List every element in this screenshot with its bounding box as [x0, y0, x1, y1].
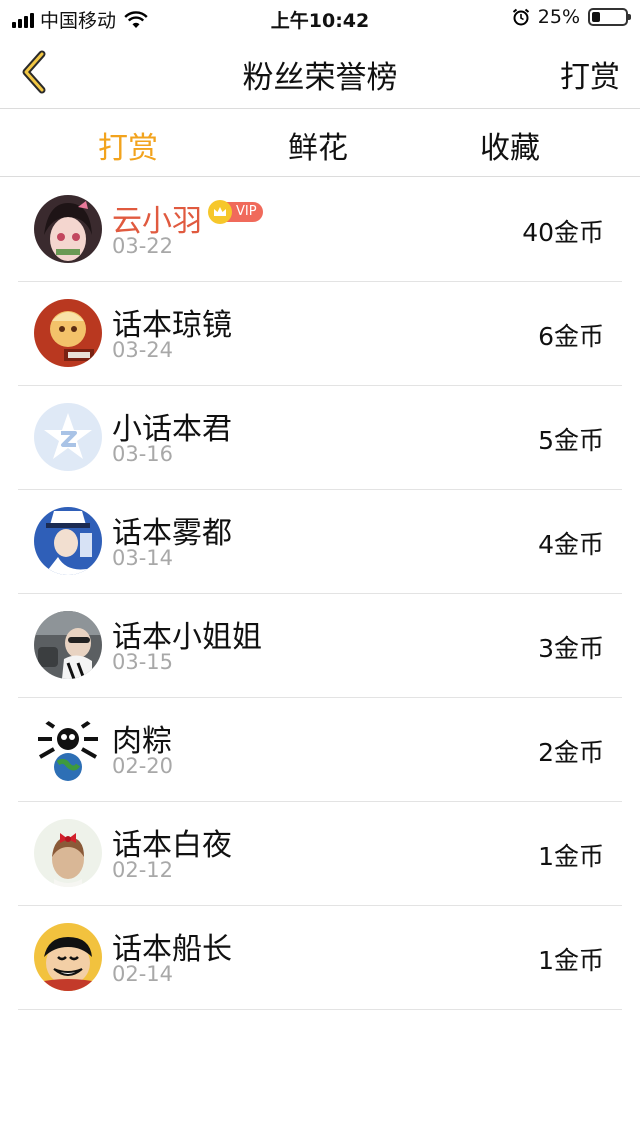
status-right: 25%	[512, 6, 631, 28]
list-item[interactable]: 话本琼镜 03-24 6金币	[0, 282, 640, 386]
photo-avatar[interactable]	[34, 611, 102, 679]
star-logo-avatar[interactable]	[34, 403, 102, 471]
fan-date: 02-14	[112, 962, 174, 986]
fan-amount: 5金币	[538, 426, 604, 455]
fan-date: 03-15	[112, 650, 174, 674]
status-bar: 中国移动 上午10:42 25%	[0, 0, 640, 36]
fan-date: 02-12	[112, 858, 174, 882]
tab-reward[interactable]: 打赏	[68, 123, 188, 167]
vip-badge: VIP	[208, 200, 263, 224]
anime-girl-avatar[interactable]	[34, 195, 102, 263]
list-item[interactable]: 话本白夜 02-12 1金币	[0, 802, 640, 906]
fan-amount: 4金币	[538, 530, 604, 559]
crown-icon	[208, 200, 232, 224]
fan-amount: 1金币	[538, 946, 604, 975]
tab-flowers[interactable]: 鲜花	[258, 123, 378, 167]
list-item[interactable]: 肉粽 02-20 2金币	[0, 698, 640, 802]
fan-amount: 40金币	[522, 218, 604, 247]
tab-divider	[0, 176, 640, 177]
tab-favorites[interactable]: 收藏	[450, 123, 570, 167]
battery-level	[592, 12, 600, 22]
fan-amount: 2金币	[538, 738, 604, 767]
fan-ranking-list: 云小羽 VIP 03-22 40金币 话本琼镜 03-24 6金币 小话本君 0…	[0, 178, 640, 1010]
page-title: 粉丝荣誉榜	[242, 60, 398, 96]
row-divider	[18, 1009, 622, 1010]
nav-bar: 粉丝荣誉榜 打赏	[0, 36, 640, 108]
list-item[interactable]: 话本船长 02-14 1金币	[0, 906, 640, 1010]
list-item[interactable]: 小话本君 03-16 5金币	[0, 386, 640, 490]
fan-amount: 6金币	[538, 322, 604, 351]
globe-skull-avatar[interactable]	[34, 715, 102, 783]
list-item[interactable]: 话本小姐姐 03-15 3金币	[0, 594, 640, 698]
fan-amount: 3金币	[538, 634, 604, 663]
girl-bow-avatar[interactable]	[34, 819, 102, 887]
fan-date: 03-22	[112, 234, 174, 258]
fan-amount: 1金币	[538, 842, 604, 871]
nav-divider	[0, 108, 640, 109]
list-item[interactable]: 云小羽 VIP 03-22 40金币	[0, 178, 640, 282]
fan-date: 03-16	[112, 442, 174, 466]
alarm-icon	[512, 8, 529, 26]
reward-button[interactable]: 打赏	[560, 52, 620, 96]
cartoon-avatar[interactable]	[34, 299, 102, 367]
anime-character-avatar[interactable]	[34, 507, 102, 575]
battery-percent: 25%	[537, 6, 580, 28]
tab-bar: 打赏 鲜花 收藏	[0, 110, 640, 176]
list-item[interactable]: 话本雾都 03-14 4金币	[0, 490, 640, 594]
pirate-boy-avatar[interactable]	[34, 923, 102, 991]
fan-date: 02-20	[112, 754, 174, 778]
fan-date: 03-14	[112, 546, 174, 570]
fan-date: 03-24	[112, 338, 174, 362]
battery-icon	[588, 8, 631, 26]
